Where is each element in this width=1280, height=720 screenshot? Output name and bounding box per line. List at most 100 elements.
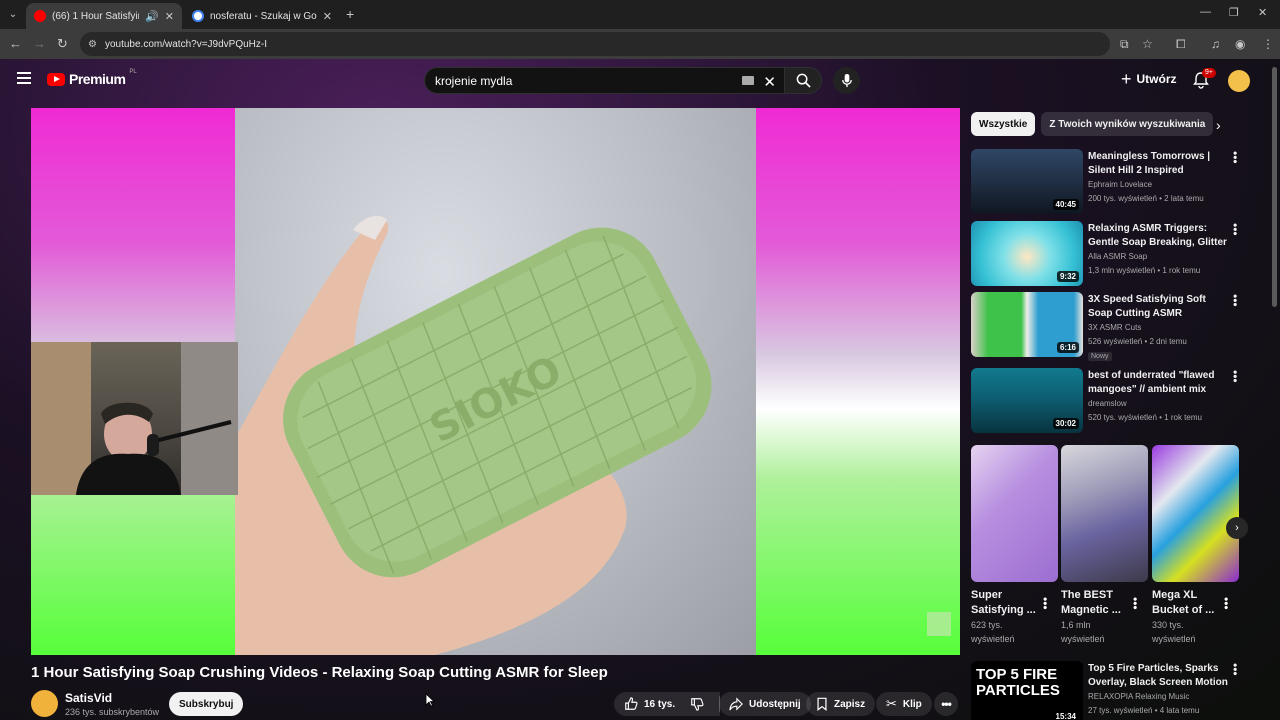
channel-avatar[interactable] [31, 690, 58, 717]
search-icon [796, 73, 811, 88]
new-tab-icon[interactable]: + [346, 6, 354, 22]
shorts-next-button[interactable]: › [1226, 517, 1248, 539]
rec-title[interactable]: Relaxing ASMR Triggers: Gentle Soap Brea… [1088, 222, 1228, 250]
rec-title[interactable]: 3X Speed Satisfying Soft Soap Cutting AS… [1088, 293, 1228, 321]
speaker-icon[interactable]: 🔊 [145, 10, 159, 23]
reload-icon[interactable]: ↻ [57, 37, 68, 51]
clip-button[interactable]: ✂ Klip [876, 692, 932, 716]
chip-all[interactable]: Wszystkie [971, 112, 1036, 136]
more-vertical-icon[interactable]: ••• [1228, 294, 1242, 307]
media-control-icon[interactable]: ♫ [1211, 37, 1220, 51]
more-vertical-icon[interactable]: ••• [1038, 597, 1052, 610]
tab-title: (66) 1 Hour Satisfying Soap [52, 10, 139, 22]
search-query: krojenie mydla [435, 73, 513, 88]
video-player[interactable]: SIOKO [31, 108, 960, 655]
rec-channel[interactable]: Ephraim Lovelace [1088, 180, 1152, 189]
recommendation-item[interactable]: 40:45 Meaningless Tomorrows | Silent Hil… [971, 149, 1242, 217]
more-vertical-icon[interactable]: ••• [1228, 223, 1242, 236]
video-thumbnail[interactable]: TOP 5 FIRE PARTICLES 15:34 [971, 661, 1083, 720]
bookmark-star-icon[interactable]: ☆ [1142, 37, 1153, 51]
profile-icon[interactable]: ◉ [1235, 37, 1245, 51]
rec-channel[interactable]: 3X ASMR Cuts [1088, 323, 1141, 332]
short-thumbnail[interactable] [971, 445, 1058, 582]
rec-channel[interactable]: Alla ASMR Soap [1088, 252, 1147, 261]
short-title[interactable]: Mega XL Bucket of ... [1152, 588, 1222, 618]
forward-icon[interactable]: → [33, 37, 46, 51]
recommendation-item[interactable]: 6:16 3X Speed Satisfying Soft Soap Cutti… [971, 292, 1242, 361]
thumbnail-text: TOP 5 FIRE PARTICLES [976, 666, 1060, 699]
tab-google[interactable]: nosferatu - Szukaj w Google ✕ [184, 3, 340, 29]
close-window-icon[interactable]: ✕ [1258, 6, 1267, 19]
menu-icon[interactable] [17, 72, 31, 84]
tab-close-icon[interactable]: ✕ [165, 10, 174, 23]
browser-menu-icon[interactable]: ⋮ [1262, 37, 1274, 51]
chip-from-search[interactable]: Z Twoich wyników wyszukiwania [1041, 112, 1214, 136]
rec-meta: 200 tys. wyświetleń • 2 lata temu [1088, 194, 1204, 203]
youtube-header: Premium PL krojenie mydla ✕ + Utwórz 9+ [0, 59, 1280, 101]
video-thumbnail[interactable]: 40:45 [971, 149, 1083, 214]
more-vertical-icon[interactable]: ••• [1228, 151, 1242, 164]
extensions-icon[interactable]: ⧠ [1176, 37, 1186, 51]
video-thumbnail[interactable]: 6:16 [971, 292, 1083, 357]
restore-icon[interactable]: ❐ [1229, 6, 1239, 19]
bookmark-icon [817, 697, 827, 711]
duration-badge: 30:02 [1052, 418, 1079, 429]
notifications-button[interactable]: 9+ [1193, 68, 1216, 92]
chevron-right-icon[interactable]: › [1216, 117, 1221, 133]
rec-title[interactable]: Top 5 Fire Particles, Sparks Overlay, Bl… [1088, 662, 1228, 690]
voice-search-button[interactable] [833, 67, 860, 94]
video-title: 1 Hour Satisfying Soap Crushing Videos -… [31, 664, 608, 681]
short-item[interactable]: Mega XL Bucket of ... 330 tys. wyświetle… [1152, 445, 1239, 646]
youtube-premium-logo[interactable]: Premium PL [47, 69, 137, 87]
short-title[interactable]: The BEST Magnetic ... [1061, 588, 1131, 618]
save-button[interactable]: Zapisz [806, 692, 876, 716]
share-button[interactable]: Udostępnij [719, 692, 811, 716]
rec-channel[interactable]: dreamslow [1088, 399, 1127, 408]
short-title[interactable]: Super Satisfying ... [971, 588, 1041, 618]
notifications-badge: 9+ [1202, 68, 1216, 78]
recommendation-item[interactable]: 30:02 best of underrated "flawed mangoes… [971, 368, 1242, 436]
search-input[interactable]: krojenie mydla ✕ [424, 67, 785, 94]
rec-title[interactable]: Meaningless Tomorrows | Silent Hill 2 In… [1088, 150, 1228, 178]
more-actions-button[interactable]: ••• [934, 692, 958, 716]
tab-search-icon[interactable]: ⌄ [4, 5, 22, 23]
more-vertical-icon[interactable]: ••• [1228, 370, 1242, 383]
short-thumbnail[interactable] [1061, 445, 1148, 582]
clear-search-icon[interactable]: ✕ [763, 73, 776, 91]
site-info-icon[interactable]: ⚙ [88, 39, 97, 50]
rec-title[interactable]: best of underrated "flawed mangoes" // a… [1088, 369, 1228, 397]
channel-name[interactable]: SatisVid [65, 691, 112, 705]
more-vertical-icon[interactable]: ••• [1128, 597, 1142, 610]
search-button[interactable] [785, 67, 822, 94]
account-avatar[interactable] [1228, 70, 1250, 92]
back-icon[interactable]: ← [9, 37, 22, 51]
share-icon [729, 697, 743, 711]
channel-watermark[interactable] [927, 612, 951, 636]
minimize-icon[interactable]: — [1200, 6, 1211, 18]
tab-close-icon[interactable]: ✕ [323, 10, 332, 23]
clip-label: Klip [902, 698, 922, 710]
video-thumbnail[interactable]: 30:02 [971, 368, 1083, 433]
youtube-play-icon [47, 72, 65, 86]
more-vertical-icon[interactable]: ••• [1228, 663, 1242, 676]
address-bar[interactable]: ⚙ youtube.com/watch?v=J9dvPQuHz-I [80, 32, 1110, 56]
tab-youtube[interactable]: (66) 1 Hour Satisfying Soap 🔊 ✕ [26, 3, 182, 29]
webcam-image [31, 342, 238, 495]
dislike-button[interactable] [680, 692, 714, 716]
video-thumbnail[interactable]: 9:32 [971, 221, 1083, 286]
short-thumbnail[interactable] [1152, 445, 1239, 582]
recommendation-item[interactable]: 9:32 Relaxing ASMR Triggers: Gentle Soap… [971, 221, 1242, 289]
keyboard-icon[interactable] [742, 76, 754, 85]
page-scrollbar[interactable] [1272, 67, 1277, 307]
more-vertical-icon[interactable]: ••• [1219, 597, 1233, 610]
rec-channel[interactable]: RELAXOPIA Relaxing Music [1088, 692, 1189, 701]
install-app-icon[interactable]: ⧉ [1120, 37, 1129, 51]
short-item[interactable]: Super Satisfying ... 623 tys. wyświetleń… [971, 445, 1058, 646]
subscribe-button[interactable]: Subskrybuj [169, 692, 244, 716]
recommendation-item[interactable]: TOP 5 FIRE PARTICLES 15:34 Top 5 Fire Pa… [971, 661, 1242, 720]
short-views: 330 tys. wyświetleń [1152, 620, 1196, 644]
rec-meta: 520 tys. wyświetleń • 1 rok temu [1088, 413, 1202, 422]
short-item[interactable]: The BEST Magnetic ... 1,6 mln wyświetleń… [1061, 445, 1148, 646]
rec-meta: 27 tys. wyświetleń • 4 lata temu [1088, 706, 1200, 715]
create-button[interactable]: + Utwórz [1121, 70, 1177, 88]
